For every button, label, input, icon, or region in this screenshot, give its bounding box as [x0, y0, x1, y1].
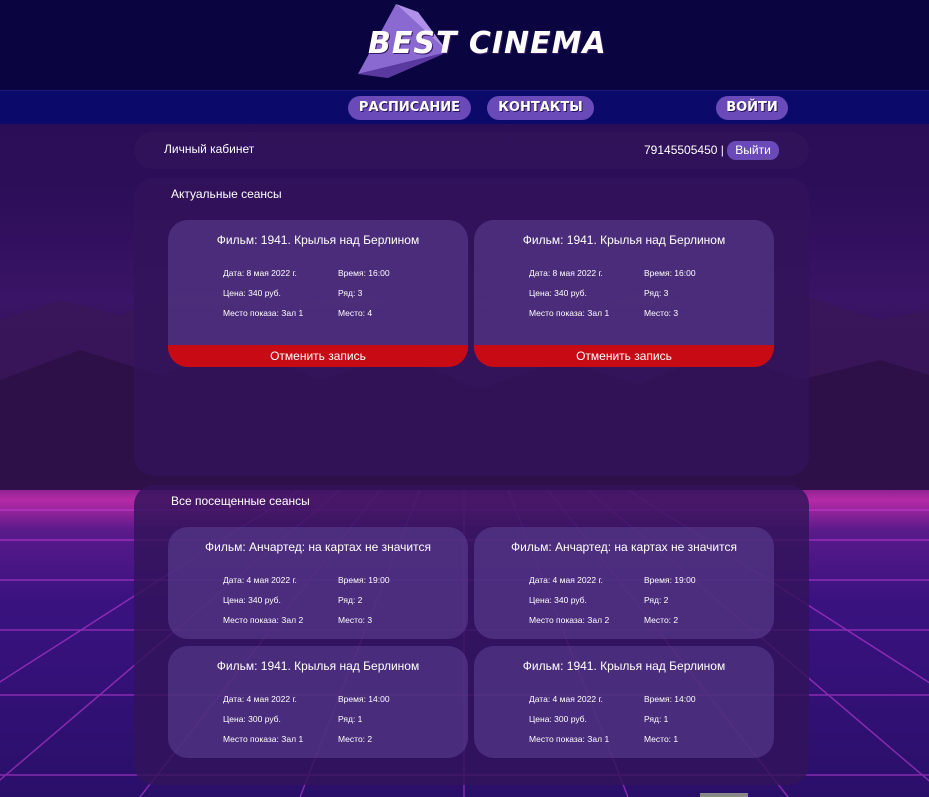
nav-schedule-button[interactable]: Расписание [348, 96, 471, 120]
session-row: Ряд: 3 [644, 288, 669, 298]
session-card: Фильм: Анчартед: на картах не значится Д… [168, 527, 468, 639]
session-hall: Место показа: Зал 2 [529, 615, 610, 625]
session-seat: Место: 4 [338, 308, 373, 318]
session-time: Время: 16:00 [644, 268, 696, 278]
session-date: Дата: 4 мая 2022 г. [529, 575, 603, 585]
session-card: Фильм: 1941. Крылья над Берлином Дата: 8… [168, 220, 468, 367]
session-time: Время: 14:00 [644, 694, 696, 704]
session-seat: Место: 1 [644, 734, 679, 744]
session-date: Дата: 4 мая 2022 г. [223, 694, 297, 704]
session-time: Время: 19:00 [644, 575, 696, 585]
logo-text[interactable]: BEST CINEMA [368, 26, 607, 61]
visited-sessions-section: Все посещенные сеансы Фильм: Анчартед: н… [134, 485, 809, 785]
session-hall: Место показа: Зал 1 [529, 308, 610, 318]
session-price: Цена: 340 руб. [529, 595, 587, 605]
nav-contacts-button[interactable]: Контакты [487, 96, 594, 120]
film-title: Фильм: 1941. Крылья над Берлином [522, 233, 726, 247]
session-hall: Место показа: Зал 2 [223, 615, 304, 625]
session-time: Время: 19:00 [338, 575, 390, 585]
session-card: Фильм: 1941. Крылья над Берлином Дата: 4… [168, 646, 468, 758]
session-card: Фильм: Анчартед: на картах не значится Д… [474, 527, 774, 639]
session-price: Цена: 340 руб. [529, 288, 587, 298]
session-hall: Место показа: Зал 1 [223, 308, 304, 318]
logout-button[interactable]: Выйти [727, 141, 779, 160]
account-title: Личный кабинет [164, 142, 255, 156]
session-row: Ряд: 2 [644, 595, 669, 605]
session-row: Ряд: 1 [644, 714, 669, 724]
film-title: Фильм: Анчартед: на картах не значится [511, 540, 737, 554]
session-hall: Место показа: Зал 1 [223, 734, 304, 744]
session-price: Цена: 300 руб. [223, 714, 281, 724]
visited-sessions-title: Все посещенные сеансы [171, 494, 310, 508]
session-row: Ряд: 3 [338, 288, 363, 298]
session-price: Цена: 340 руб. [223, 288, 281, 298]
account-phone: 79145505450 | [644, 143, 724, 157]
session-hall: Место показа: Зал 1 [529, 734, 610, 744]
film-title: Фильм: Анчартед: на картах не значится [205, 540, 431, 554]
session-seat: Место: 2 [644, 615, 679, 625]
film-title: Фильм: 1941. Крылья над Берлином [216, 659, 420, 673]
session-row: Ряд: 2 [338, 595, 363, 605]
session-card: Фильм: 1941. Крылья над Берлином Дата: 8… [474, 220, 774, 367]
current-sessions-title: Актуальные сеансы [171, 187, 282, 201]
session-time: Время: 16:00 [338, 268, 390, 278]
session-time: Время: 14:00 [338, 694, 390, 704]
film-title: Фильм: 1941. Крылья над Берлином [522, 659, 726, 673]
session-seat: Место: 2 [338, 734, 373, 744]
session-price: Цена: 300 руб. [529, 714, 587, 724]
cancel-booking-button[interactable]: Отменить запись [474, 345, 774, 367]
film-title: Фильм: 1941. Крылья над Берлином [216, 233, 420, 247]
session-date: Дата: 4 мая 2022 г. [529, 694, 603, 704]
session-date: Дата: 8 мая 2022 г. [223, 268, 297, 278]
session-row: Ряд: 1 [338, 714, 363, 724]
nav-login-button[interactable]: Войти [716, 96, 788, 120]
session-seat: Место: 3 [338, 615, 373, 625]
session-seat: Место: 3 [644, 308, 679, 318]
session-date: Дата: 4 мая 2022 г. [223, 575, 297, 585]
cancel-booking-button[interactable]: Отменить запись [168, 345, 468, 367]
session-card: Фильм: 1941. Крылья над Берлином Дата: 4… [474, 646, 774, 758]
account-bar: Личный кабинет 79145505450 | Выйти [134, 132, 809, 169]
current-sessions-section: Актуальные сеансы Фильм: 1941. Крылья на… [134, 178, 809, 476]
session-date: Дата: 8 мая 2022 г. [529, 268, 603, 278]
horizontal-scrollbar[interactable] [700, 793, 748, 797]
session-price: Цена: 340 руб. [223, 595, 281, 605]
